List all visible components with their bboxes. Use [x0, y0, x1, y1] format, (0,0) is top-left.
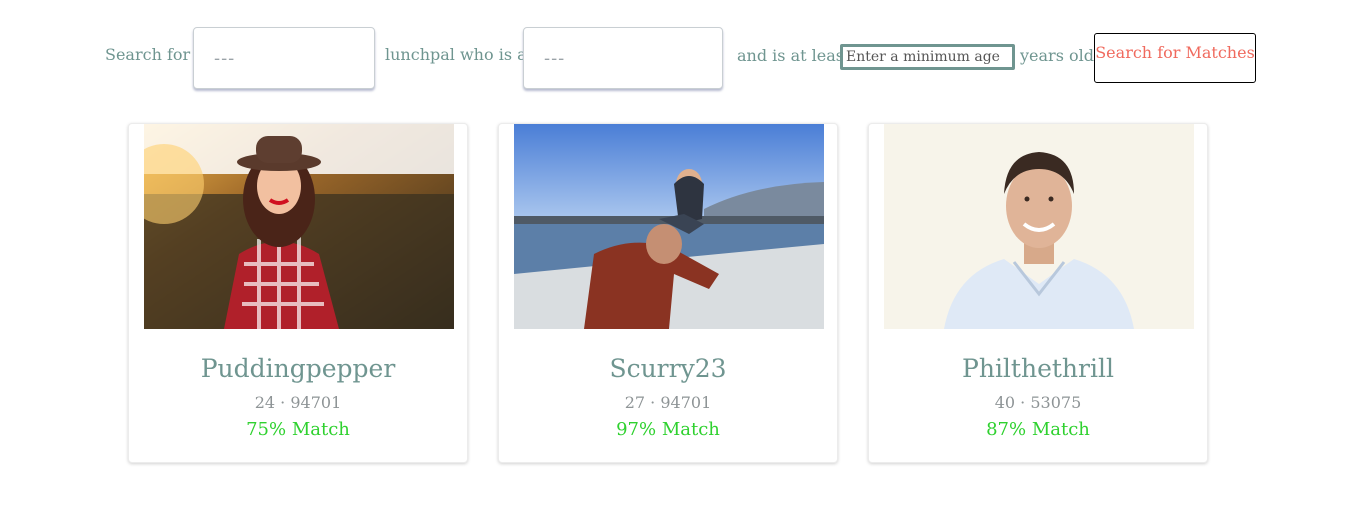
profile-card[interactable]: Philthethrill 40 · 53075 87% Match: [868, 123, 1208, 463]
search-bar: Search for a --- lunchpal who is an --- …: [0, 0, 1366, 100]
profile-age: 24: [254, 393, 276, 412]
lunchpal-label: lunchpal who is an: [385, 45, 537, 64]
at-least-label: and is at least: [737, 46, 851, 65]
personality-select[interactable]: ---: [523, 27, 723, 89]
lunchpal-type-select[interactable]: ---: [193, 27, 375, 89]
profile-photo-woman-hat: [144, 124, 454, 329]
match-percentage: 97% Match: [616, 419, 720, 440]
profile-name[interactable]: Philthethrill: [869, 354, 1207, 383]
profile-zip: 94701: [290, 393, 342, 412]
profile-meta: 27 · 94701: [499, 393, 837, 412]
search-for-matches-button[interactable]: Search for Matches: [1094, 33, 1256, 83]
profile-age: 27: [624, 393, 646, 412]
profile-meta: 40 · 53075: [869, 393, 1207, 412]
search-for-label: Search for a: [105, 45, 205, 64]
profile-photo-father-child-beach: [514, 124, 824, 329]
meta-separator: ·: [280, 393, 286, 412]
match-percentage: 87% Match: [986, 419, 1090, 440]
profile-name[interactable]: Puddingpepper: [129, 354, 467, 383]
profile-card[interactable]: Scurry23 27 · 94701 97% Match: [498, 123, 838, 463]
match-percentage: 75% Match: [246, 419, 350, 440]
profile-zip: 53075: [1030, 393, 1082, 412]
profile-age: 40: [994, 393, 1016, 412]
meta-separator: ·: [1020, 393, 1026, 412]
profile-card[interactable]: Puddingpepper 24 · 94701 75% Match: [128, 123, 468, 463]
profile-name[interactable]: Scurry23: [499, 354, 837, 383]
years-old-label: years old.: [1020, 46, 1100, 65]
profile-zip: 94701: [660, 393, 712, 412]
profile-photo-man-shirt: [884, 124, 1194, 329]
minimum-age-input[interactable]: [840, 44, 1015, 70]
meta-separator: ·: [650, 393, 656, 412]
profile-meta: 24 · 94701: [129, 393, 467, 412]
